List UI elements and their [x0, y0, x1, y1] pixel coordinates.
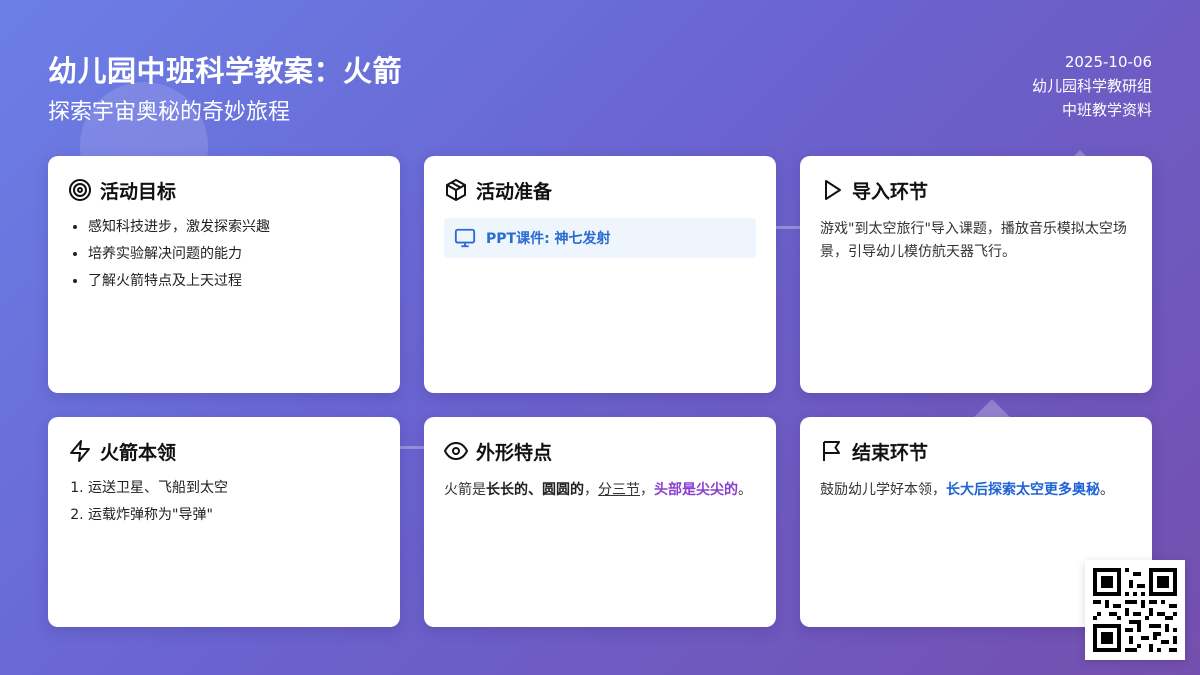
- abilities-list: 运送卫星、飞船到太空 运载炸弹称为"导弹": [68, 479, 380, 524]
- box-icon: [446, 179, 466, 201]
- card-header: 结束环节: [820, 437, 1132, 465]
- list-item: 培养实验解决问题的能力: [88, 245, 380, 263]
- card-activity-goals: 活动目标 感知科技进步，激发探索兴趣 培养实验解决问题的能力 了解火箭特点及上天…: [48, 156, 400, 393]
- card-header: 活动准备: [444, 176, 756, 204]
- target-icon: [69, 179, 91, 201]
- prep-item-ppt[interactable]: PPT课件: 神七发射: [444, 218, 756, 258]
- page-subtitle: 探索宇宙奥秘的奇妙旅程: [48, 100, 291, 125]
- card-title: 外形特点: [476, 441, 553, 464]
- shape-text: 火箭是长长的、圆圆的，分三节，头部是尖尖的。: [444, 479, 756, 502]
- card-title: 导入环节: [852, 180, 929, 203]
- card-activity-prep: 活动准备 PPT课件: 神七发射: [424, 156, 776, 393]
- card-header: 活动目标: [68, 176, 380, 204]
- decor-connector: [776, 226, 800, 229]
- decor-connector: [400, 446, 424, 449]
- card-title: 火箭本领: [100, 441, 177, 464]
- page-title: 幼儿园中班科学教案：火箭: [48, 54, 403, 88]
- decor-triangle: [974, 399, 1010, 417]
- shape-text-highlight: 头部是尖尖的: [654, 482, 738, 498]
- shape-text-sep: ，: [584, 482, 598, 498]
- card-header: 外形特点: [444, 437, 756, 465]
- list-item: 运送卫星、飞船到太空: [88, 479, 380, 497]
- category-text: 中班教学资料: [1061, 101, 1152, 119]
- list-item: 运载炸弹称为"导弹": [88, 506, 380, 524]
- header-meta: 2025-10-06 幼儿园科学教研组 中班教学资料: [1032, 50, 1152, 122]
- goals-list: 感知科技进步，激发探索兴趣 培养实验解决问题的能力 了解火箭特点及上天过程: [68, 218, 380, 290]
- list-item: 感知科技进步，激发探索兴趣: [88, 218, 380, 236]
- shape-text-end: 。: [738, 482, 752, 498]
- date-text: 2025-10-06: [1064, 53, 1152, 71]
- group-text: 幼儿园科学教研组: [1031, 77, 1152, 95]
- ending-text-end: 。: [1100, 482, 1114, 498]
- intro-text: 游戏"到太空旅行"导入课题，播放音乐模拟太空场景，引导幼儿模仿航天器飞行。: [820, 221, 1127, 260]
- shape-text-sep: ，: [640, 482, 654, 498]
- qr-code-icon: [1093, 568, 1177, 652]
- monitor-icon: [454, 228, 476, 248]
- card-title: 活动准备: [476, 180, 553, 203]
- ending-text: 鼓励幼儿学好本领，长大后探索太空更多奥秘。: [820, 479, 1132, 502]
- card-shape-features: 外形特点 火箭是长长的、圆圆的，分三节，头部是尖尖的。: [424, 417, 776, 627]
- ending-text-prefix: 鼓励幼儿学好本领，: [820, 482, 946, 498]
- shape-text-bold: 长长的、圆圆的: [486, 482, 584, 498]
- card-header: 火箭本领: [68, 437, 380, 465]
- ending-text-highlight: 长大后探索太空更多奥秘: [946, 482, 1100, 498]
- lightning-icon: [70, 440, 90, 462]
- card-rocket-abilities: 火箭本领 运送卫星、飞船到太空 运载炸弹称为"导弹": [48, 417, 400, 627]
- shape-text-underlined: 分三节: [598, 482, 640, 498]
- qr-code[interactable]: [1085, 560, 1185, 660]
- prep-item-label: PPT课件: 神七发射: [486, 231, 611, 247]
- card-header: 导入环节: [820, 176, 1132, 204]
- flag-icon: [823, 441, 840, 461]
- shape-text-prefix: 火箭是: [444, 482, 486, 498]
- card-title: 结束环节: [852, 441, 929, 464]
- list-item: 了解火箭特点及上天过程: [88, 272, 380, 290]
- eye-icon: [444, 441, 468, 461]
- card-title: 活动目标: [100, 180, 177, 203]
- play-icon: [825, 180, 841, 200]
- card-intro: 导入环节 游戏"到太空旅行"导入课题，播放音乐模拟太空场景，引导幼儿模仿航天器飞…: [800, 156, 1152, 393]
